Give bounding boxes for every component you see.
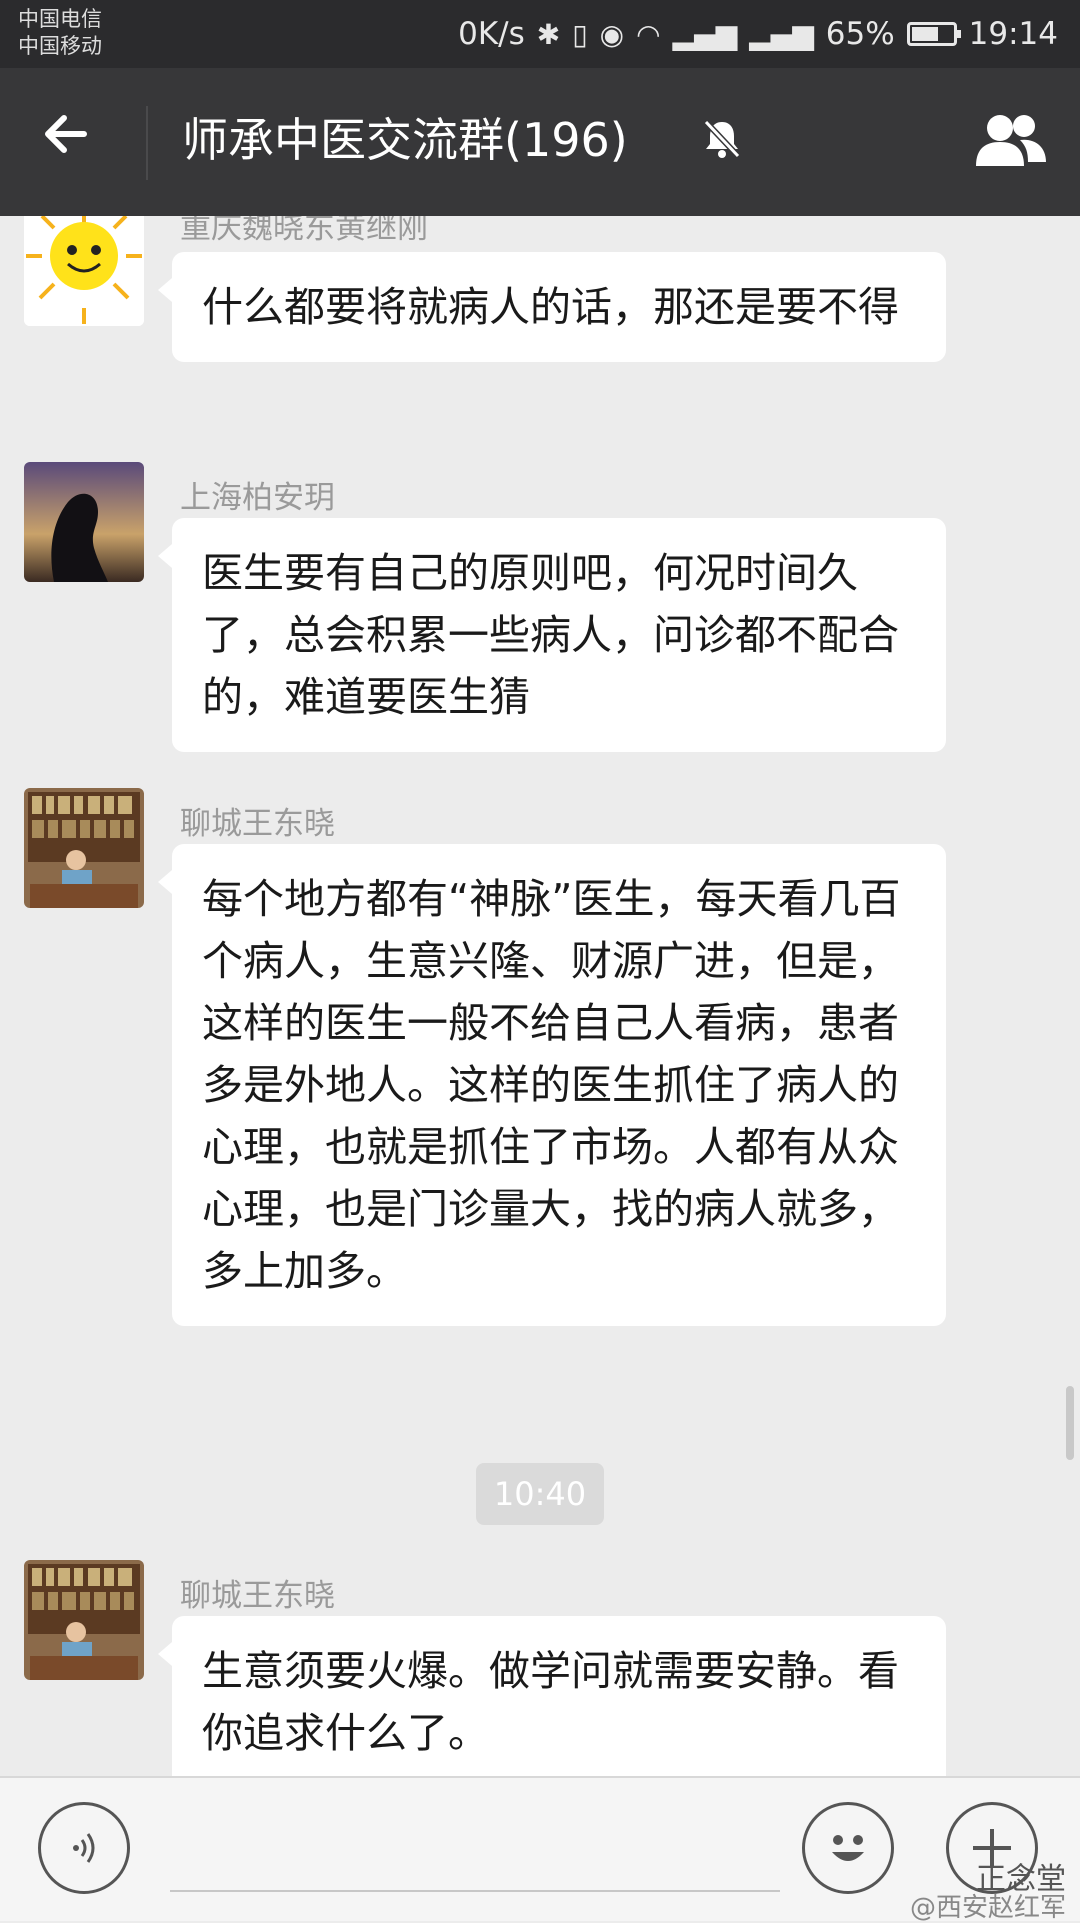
time-divider: 10:40 bbox=[476, 1463, 604, 1525]
vibrate-icon: ▯ bbox=[572, 17, 588, 51]
group-members-icon[interactable] bbox=[970, 110, 1050, 182]
scroll-indicator[interactable] bbox=[1066, 1386, 1074, 1460]
wifi-icon: ◠ bbox=[636, 17, 661, 51]
sender-name: 聊城王东晓 bbox=[180, 1578, 335, 1614]
message-input[interactable] bbox=[170, 1890, 780, 1892]
avatar-library[interactable] bbox=[24, 788, 144, 908]
carrier-info: 中国电信 中国移动 bbox=[18, 6, 102, 60]
status-bar: 中国电信 中国移动 0K/s ✱ ▯ ◉ ◠ ▂▄▆ ▂▄▆ 65% 19:14 bbox=[0, 0, 1080, 68]
signal-2g-icon: ▂▄▆ bbox=[749, 17, 814, 51]
chat-message-list[interactable]: 重庆魏晓东黄继刚 什么都要将就病人的话，那还是要不得 上海柏安玥 医生要有自己的… bbox=[0, 216, 1080, 1776]
avatar-sun[interactable] bbox=[24, 216, 144, 326]
watermark: 正念堂 @西安赵红军 bbox=[909, 1862, 1066, 1923]
chat-header: 师承中医交流群(196) bbox=[0, 68, 1080, 216]
watermark-line-1: 正念堂 bbox=[976, 1862, 1066, 1897]
sender-name: 上海柏安玥 bbox=[180, 480, 335, 516]
avatar-library[interactable] bbox=[24, 1560, 144, 1680]
bell-off-icon bbox=[700, 116, 744, 170]
voice-icon[interactable] bbox=[38, 1802, 130, 1894]
sender-name: 聊城王东晓 bbox=[180, 806, 335, 842]
watermark-line-2: @西安赵红军 bbox=[909, 1893, 1066, 1923]
avatar-silhouette[interactable] bbox=[24, 462, 144, 582]
carrier-1: 中国电信 bbox=[18, 7, 102, 31]
eye-icon: ◉ bbox=[599, 17, 625, 51]
back-arrow-icon[interactable] bbox=[40, 108, 100, 168]
message-bubble[interactable]: 生意须要火爆。做学问就需要安静。看你追求什么了。 bbox=[158, 1616, 946, 1776]
input-bar: 正念堂 @西安赵红军 bbox=[0, 1776, 1080, 1923]
battery-icon bbox=[906, 22, 961, 46]
clock: 19:14 bbox=[968, 16, 1058, 52]
sender-name: 重庆魏晓东黄继刚 bbox=[180, 216, 428, 246]
message-bubble[interactable]: 每个地方都有“神脉”医生，每天看几百个病人，生意兴隆、财源广进，但是，这样的医生… bbox=[158, 844, 946, 1326]
bluetooth-icon: ✱ bbox=[536, 17, 561, 51]
message-bubble[interactable]: 什么都要将就病人的话，那还是要不得 bbox=[158, 252, 946, 362]
battery-percent: 65% bbox=[825, 16, 895, 52]
emoji-icon[interactable] bbox=[802, 1802, 894, 1894]
carrier-2: 中国移动 bbox=[18, 34, 102, 58]
message-bubble[interactable]: 医生要有自己的原则吧，何况时间久了，总会积累一些病人，问诊都不配合的，难道要医生… bbox=[158, 518, 946, 752]
signal-4g-icon: ▂▄▆ bbox=[672, 17, 738, 51]
net-speed: 0K/s bbox=[458, 16, 525, 52]
chat-title: 师承中医交流群(196) bbox=[182, 113, 628, 167]
status-icons: 0K/s ✱ ▯ ◉ ◠ ▂▄▆ ▂▄▆ 65% 19:14 bbox=[458, 12, 1058, 56]
header-divider bbox=[146, 106, 148, 180]
